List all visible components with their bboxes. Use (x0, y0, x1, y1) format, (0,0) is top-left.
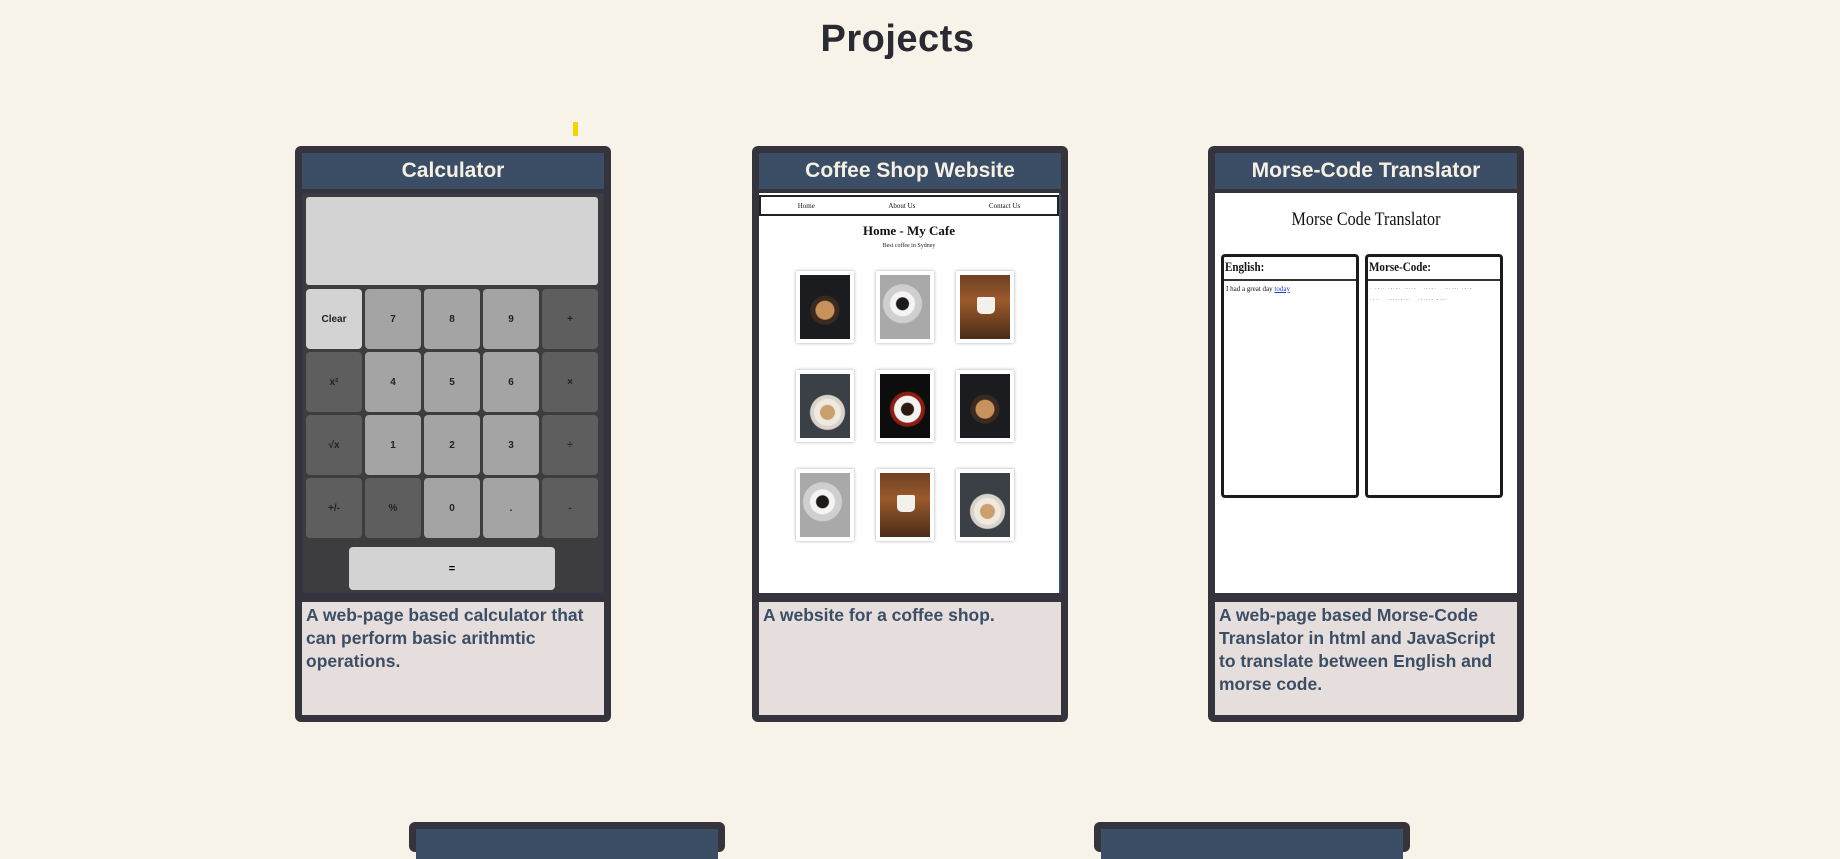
english-link-word: today (1274, 285, 1290, 293)
preview-nav-item: About Us (888, 201, 916, 210)
calc-key: √x (306, 415, 362, 475)
coffee-photo (796, 370, 854, 442)
morse-label: Morse-Code: (1369, 259, 1431, 274)
coffee-shop-preview-image[interactable]: Home About Us Contact Us Home - My Cafe … (759, 193, 1061, 593)
calc-key: 4 (365, 352, 421, 412)
preview-nav-item: Home (797, 201, 815, 210)
coffee-photo (956, 271, 1014, 343)
card-title[interactable]: Morse-Code Translator (1215, 153, 1517, 189)
coffee-photo (876, 469, 934, 541)
coffee-photo (796, 469, 854, 541)
card-title[interactable]: Calculator (302, 153, 604, 189)
project-card-calculator[interactable]: Calculator Clear 7 8 9 + x² 4 5 6 × √x 1… (295, 146, 611, 722)
project-card-coffee-shop[interactable]: Coffee Shop Website Home About Us Contac… (752, 146, 1068, 722)
card-title[interactable]: Coffee Shop Website (759, 153, 1061, 189)
calc-key: x² (306, 352, 362, 412)
calc-key: 6 (483, 352, 539, 412)
project-card-partial[interactable] (409, 822, 725, 859)
card-description: A website for a coffee shop. (759, 602, 1061, 715)
text-cursor-marker (573, 122, 578, 136)
project-card-partial[interactable] (1094, 822, 1410, 859)
page-title: Projects (820, 18, 975, 60)
coffee-photo (956, 370, 1014, 442)
calc-key: 9 (483, 289, 539, 349)
preview-heading: Home - My Cafe (862, 223, 956, 238)
calc-key: Clear (306, 289, 362, 349)
morse-output-dots: · ·-·· ·-·-· ·-··- ·-·-· ·-··-· ·-·- ·-··… (1370, 287, 1473, 303)
morse-textbox: Morse-Code: · ·-·· ·-·-· ·-··- ·-·-· ·-·… (1365, 254, 1503, 498)
calc-key: 2 (424, 415, 480, 475)
calc-key: - (542, 478, 598, 538)
calc-key: 3 (483, 415, 539, 475)
calc-key: 0 (424, 478, 480, 538)
preview-nav-item: Contact Us (988, 201, 1021, 210)
calc-key: ÷ (542, 415, 598, 475)
calc-key: + (542, 289, 598, 349)
preview-heading: Morse Code Translator (1291, 209, 1441, 230)
calc-key: 7 (365, 289, 421, 349)
calc-equals-key: = (349, 547, 555, 590)
english-label: English: (1225, 259, 1265, 274)
project-card-morse-code[interactable]: Morse-Code Translator Morse Code Transla… (1208, 146, 1524, 722)
calc-key: % (365, 478, 421, 538)
card-description: A web-page based Morse-Code Translator i… (1215, 602, 1517, 715)
morse-translator-preview-image[interactable]: Morse Code Translator English: I had a g… (1215, 193, 1517, 593)
calc-key: . (483, 478, 539, 538)
card-description: A web-page based calculator that can per… (302, 602, 604, 715)
english-sentence: I had a great day (1226, 285, 1273, 293)
calculator-preview-image[interactable]: Clear 7 8 9 + x² 4 5 6 × √x 1 2 3 ÷ +/- … (302, 193, 604, 593)
calc-key: 5 (424, 352, 480, 412)
calc-key: × (542, 352, 598, 412)
coffee-photo (876, 271, 934, 343)
english-text: I had a great day today (1226, 284, 1354, 295)
preview-nav: Home About Us Contact Us (759, 195, 1059, 216)
english-textbox: English: I had a great day today (1221, 254, 1359, 498)
calculator-display (306, 197, 598, 285)
calc-key: 1 (365, 415, 421, 475)
coffee-photo (956, 469, 1014, 541)
coffee-photo (876, 370, 934, 442)
calc-key: +/- (306, 478, 362, 538)
preview-subheading: Best coffee in Sydney (882, 243, 936, 249)
coffee-photo (796, 271, 854, 343)
calc-key: 8 (424, 289, 480, 349)
